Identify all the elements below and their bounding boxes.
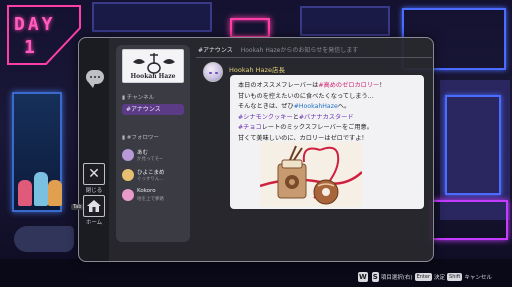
post-text: そんなときは、ぜひ xyxy=(238,103,294,110)
aquarium xyxy=(12,92,62,212)
post-text: レートのミックスフレーバーをご用意。 xyxy=(261,124,373,131)
hashtag: #バナナカスタード xyxy=(298,113,354,121)
home-button[interactable] xyxy=(83,195,105,217)
post-text: 甘いものを控えたいのに食べたくなってしまう… xyxy=(238,92,374,100)
follower-status: ぐっすりん... xyxy=(137,177,164,182)
home-icon xyxy=(87,200,101,212)
follower-status: か見ってそ~ xyxy=(137,157,163,162)
chat-bubble-icon xyxy=(86,70,104,88)
tab-key-hint: Tab xyxy=(71,204,84,210)
channel-hint: Hookah Hazeからのお知らせを発信します xyxy=(240,47,359,54)
bg-neon-frame xyxy=(445,95,501,195)
post-line: #シナモンクッキーと#バナナカスタード xyxy=(238,113,416,124)
avatar xyxy=(122,189,134,201)
follower-status: 地を上で夢路 xyxy=(137,197,164,202)
coral xyxy=(18,180,32,206)
logo-text: Hookah Haze xyxy=(130,73,176,80)
feed-header: #アナウンス Hookah Hazeからのお知らせを発信します xyxy=(198,45,430,56)
post-line: 本日のオススメフレーバーは#高めのゼロカロリー！ xyxy=(238,81,416,92)
dessert-illustration xyxy=(260,142,362,207)
close-label: 閉じる xyxy=(85,188,103,194)
follower-item[interactable]: あむ か見ってそ~ xyxy=(122,148,186,166)
post-text: 本日のオススメフレーバーは xyxy=(238,82,319,89)
footer-key-hints: W S 項目選択(右) Enter 決定 Shift キャンセル xyxy=(356,271,492,283)
hashtag: #HookahHaze xyxy=(293,103,338,110)
day-label: DAY xyxy=(14,14,56,35)
select-label: 項目選択(右) xyxy=(380,275,413,281)
key-s: S xyxy=(371,272,379,282)
key-enter: Enter xyxy=(414,273,432,281)
post-text: ！ xyxy=(379,82,386,89)
bg-neon-sign xyxy=(230,18,270,38)
follower-name: Kokoro xyxy=(137,188,156,194)
follower-item[interactable]: Kokoro 地を上で夢路 xyxy=(122,188,186,206)
post-text: へ。 xyxy=(337,103,351,110)
post-body: 本日のオススメフレーバーは#高めのゼロカロリー！ 甘いものを控えたいのに食べたくな… xyxy=(238,81,416,144)
side-rail: Tab ✕ 閉じる ホーム xyxy=(71,38,109,261)
hashtag: #チョコ xyxy=(238,124,262,131)
avatar xyxy=(122,169,134,181)
follower-section-label: ▮ #フォロワー xyxy=(122,135,159,141)
hashtag: #シナモンクッキー xyxy=(238,113,293,121)
avatar xyxy=(122,149,134,161)
channel-title: #アナウンス xyxy=(198,47,233,54)
hookah-haze-logo: Hookah Haze xyxy=(122,49,184,83)
divider xyxy=(196,57,432,58)
post-text: 甘くて美味しいのに、カロリーはゼロですよ！ xyxy=(238,134,368,142)
day-sign: DAY 1 xyxy=(6,4,82,66)
post-line: 甘いものを控えたいのに食べたくなってしまう… xyxy=(238,92,416,103)
coral xyxy=(48,180,62,206)
post-author: Hookah Haze店長 xyxy=(229,66,285,74)
close-icon: ✕ xyxy=(88,166,100,182)
follower-name: ひよこまめ xyxy=(137,170,165,176)
bg-neon-sign xyxy=(430,200,508,240)
hashtag: #高めのゼロカロリー xyxy=(318,82,380,89)
channel-sidebar: Hookah Haze ▮ チャンネル #アナウンス ▮ #フォロワー あむ か… xyxy=(116,45,190,242)
post-image xyxy=(260,142,362,207)
key-shift: Shift xyxy=(447,273,463,281)
cancel-label: キャンセル xyxy=(464,275,492,281)
channel-item-announce[interactable]: #アナウンス xyxy=(122,104,184,115)
day-number: 1 xyxy=(24,37,35,58)
close-button[interactable]: ✕ xyxy=(83,163,105,185)
key-w: W xyxy=(358,272,368,282)
follower-name: あむ xyxy=(137,150,149,156)
home-label: ホーム xyxy=(85,220,103,226)
post-line: #チョコレートのミックスフレーバーをご用意。 xyxy=(238,123,416,134)
channel-section-label: ▮ チャンネル xyxy=(122,95,155,101)
follower-item[interactable]: ひよこまめ ぐっすりん... xyxy=(122,168,186,186)
bg-window xyxy=(300,6,390,36)
shark-decoration xyxy=(14,226,74,252)
decide-label: 決定 xyxy=(434,275,446,281)
author-avatar xyxy=(203,62,223,82)
coral xyxy=(34,172,48,206)
post-line: そんなときは、ぜひ#HookahHazeへ。 xyxy=(238,102,416,113)
bg-window xyxy=(92,2,212,32)
